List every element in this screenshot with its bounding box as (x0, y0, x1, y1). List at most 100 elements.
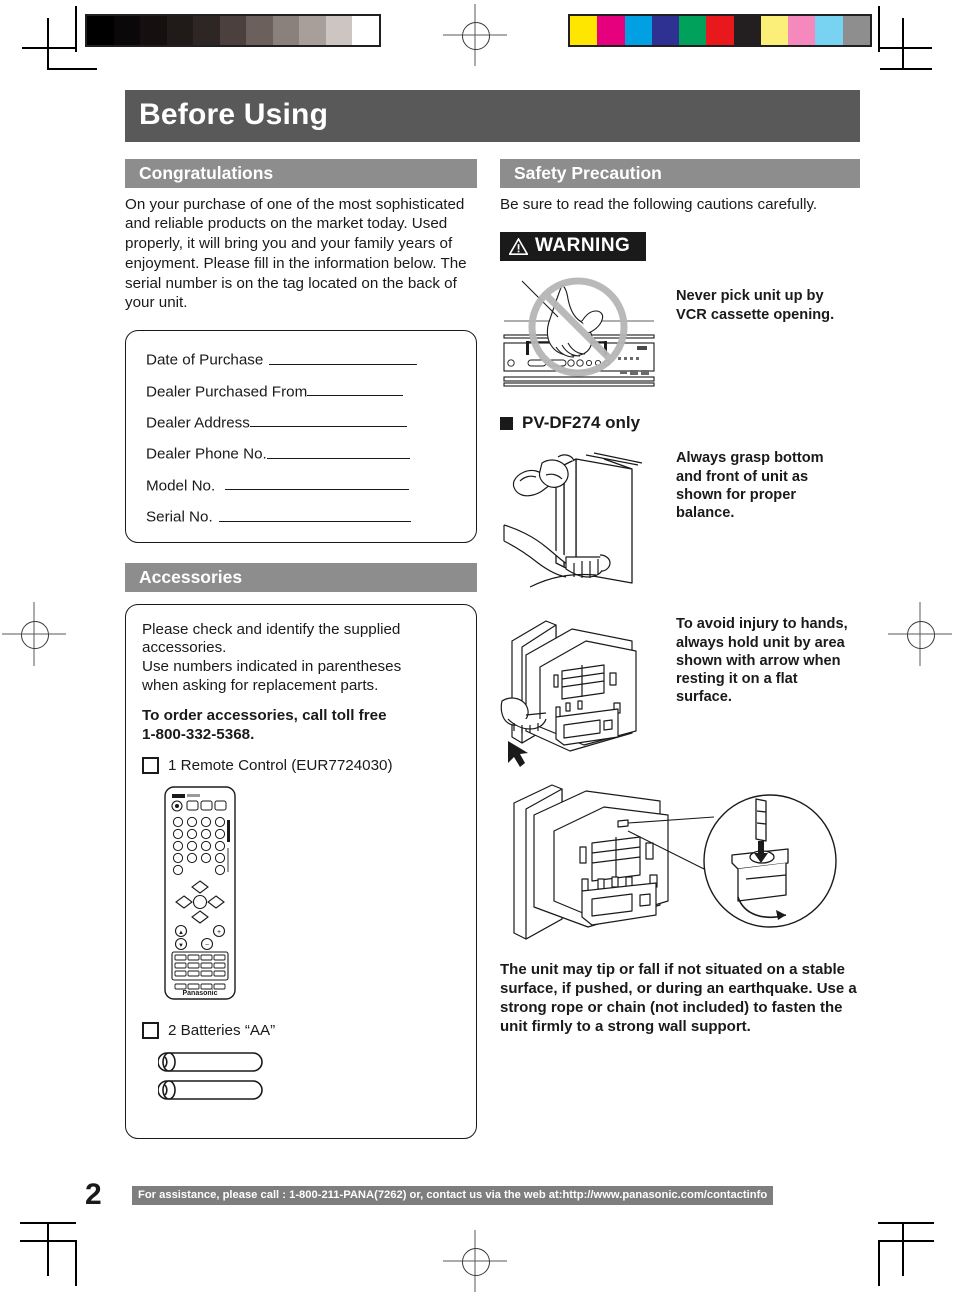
tip-over-illustration (500, 779, 860, 947)
field-row: Date of Purchase (146, 349, 458, 369)
crop-mark-bottom-right-h (878, 1222, 934, 1224)
grayscale-swatch (352, 16, 380, 45)
color-swatch (815, 16, 843, 45)
grayscale-swatch (246, 16, 273, 45)
registration-mark-bottom (443, 1230, 507, 1292)
order-accessories-line-1: To order accessories, call toll free (142, 707, 387, 725)
no-lift-by-cassette-opening-icon (500, 273, 660, 393)
svg-text:▲: ▲ (178, 930, 184, 936)
model-note-pv-df274: PV-DF274 only (500, 413, 860, 433)
crop-mark-bottom-left-inner-v (75, 1240, 77, 1286)
warning-banner: WARNING (500, 232, 647, 262)
field-row: Serial No. (146, 506, 458, 526)
field-label: Date of Purchase (146, 351, 264, 369)
grayscale-swatch (140, 16, 167, 45)
crop-mark-top-right-v (902, 18, 904, 70)
crop-mark-top-left-v (47, 68, 97, 70)
svg-text:▼: ▼ (178, 943, 184, 949)
remote-control-illustration: ▲ ▼ + − Panasonic (164, 786, 462, 1000)
congratulations-body: On your purchase of one of the most soph… (125, 195, 467, 312)
color-swatch (760, 16, 789, 45)
field-row: Dealer Purchased From (146, 381, 458, 400)
grayscale-swatch (87, 16, 114, 45)
color-bar-strip (568, 14, 872, 47)
accessories-box: Please check and identify the supplied a… (125, 603, 477, 1139)
caution-text: Always grasp bottom and front of unit as… (676, 450, 824, 522)
accessories-intro-line-3: Use numbers indicated in parentheses (142, 657, 402, 675)
field-rule[interactable] (249, 412, 407, 428)
grasp-bottom-and-front-icon (500, 445, 660, 595)
color-swatch (597, 16, 625, 45)
color-swatch (570, 16, 598, 45)
color-swatch (651, 16, 680, 45)
warning-label: WARNING (535, 235, 631, 257)
grayscale-swatch (325, 16, 353, 45)
caution-row-cassette-opening: Never pick unit up by VCR cassette openi… (500, 273, 860, 393)
square-bullet-icon (500, 416, 513, 430)
accessory-item-batteries: 2 Batteries “AA” (142, 1022, 462, 1040)
crop-mark-bottom-right-inner-v (878, 1240, 880, 1286)
accessory-label: 1 Remote Control (EUR7724030) (168, 757, 393, 775)
hold-unit-by-arrow-area-icon (500, 611, 660, 769)
crop-mark-top-right-inner-v (878, 6, 880, 52)
grayscale-swatch (166, 16, 194, 45)
order-accessories-phone: 1-800-332-5368. (142, 725, 255, 743)
grayscale-swatch (113, 16, 141, 45)
crop-mark-top-right-inner-h (878, 47, 932, 49)
crop-mark-top-left-h (47, 18, 49, 70)
caution-row-hold-by-arrow-area: To avoid injury to hands, always hold un… (500, 611, 860, 769)
field-row: Model No. (146, 475, 458, 494)
assistance-bar: For assistance, please call : 1-800-211-… (132, 1185, 774, 1205)
section-header-safety-precaution: Safety Precaution (500, 158, 860, 188)
purchase-record-box: Date of Purchase Dealer Purchased From D… (125, 330, 477, 543)
section-header-congratulations: Congratulations (125, 158, 477, 188)
field-label: Serial No. (146, 508, 213, 526)
grayscale-swatch (272, 16, 300, 45)
warning-triangle-icon (509, 237, 528, 255)
field-label: Dealer Purchased From (146, 383, 308, 400)
page-content: Before Using Congratulations On your pur… (125, 90, 860, 1139)
field-rule[interactable] (269, 349, 418, 365)
section-header-accessories: Accessories (125, 562, 477, 592)
crop-mark-bottom-left-v (47, 1222, 49, 1276)
right-column: Safety Precaution Be sure to read the fo… (500, 158, 860, 1139)
crop-mark-bottom-left-h (20, 1222, 76, 1224)
field-row: Dealer Phone No. (146, 443, 458, 463)
field-label: Model No. (146, 477, 216, 495)
grayscale-swatch (299, 16, 326, 45)
caution-text: To avoid injury to hands, always hold un… (676, 616, 848, 706)
caution-text: Never pick unit up by VCR cassette openi… (676, 288, 835, 323)
field-rule[interactable] (218, 506, 411, 522)
page-title: Before Using (125, 90, 860, 142)
crop-mark-bottom-right-inner-h (878, 1240, 934, 1242)
two-column-layout: Congratulations On your purchase of one … (125, 158, 860, 1139)
color-swatch (679, 16, 707, 45)
grayscale-swatch (219, 16, 247, 45)
grayscale-swatch (193, 16, 220, 45)
color-swatch (624, 16, 652, 45)
registration-mark-left (2, 602, 66, 666)
tip-over-warning-text: The unit may tip or fall if not situated… (500, 961, 857, 1036)
accessory-item-remote: 1 Remote Control (EUR7724030) (142, 757, 462, 775)
field-rule[interactable] (225, 475, 410, 491)
color-swatch (788, 16, 816, 45)
checkbox-icon[interactable] (142, 757, 159, 775)
page-footer: 2 For assistance, please call : 1-800-21… (85, 1178, 774, 1212)
accessory-label: 2 Batteries “AA” (168, 1022, 276, 1040)
crop-mark-bottom-left-inner-h (20, 1240, 76, 1242)
color-swatch (842, 16, 870, 45)
field-rule[interactable] (307, 381, 404, 396)
arrow-marker-icon (508, 741, 528, 768)
crop-mark-top-left-inner-v (75, 6, 77, 52)
color-swatch (706, 16, 734, 45)
svg-text:−: − (205, 942, 209, 949)
accessories-intro-line-4: when asking for replacement parts. (142, 676, 379, 694)
color-swatch (733, 16, 761, 45)
accessories-intro-line-2: accessories. (142, 639, 227, 657)
checkbox-icon[interactable] (142, 1022, 159, 1040)
field-rule[interactable] (266, 443, 410, 459)
grayscale-step-wedge (85, 14, 381, 47)
field-label: Dealer Phone No. (146, 445, 267, 463)
field-row: Dealer Address (146, 412, 458, 431)
crop-mark-top-left-inner-h (22, 47, 76, 49)
